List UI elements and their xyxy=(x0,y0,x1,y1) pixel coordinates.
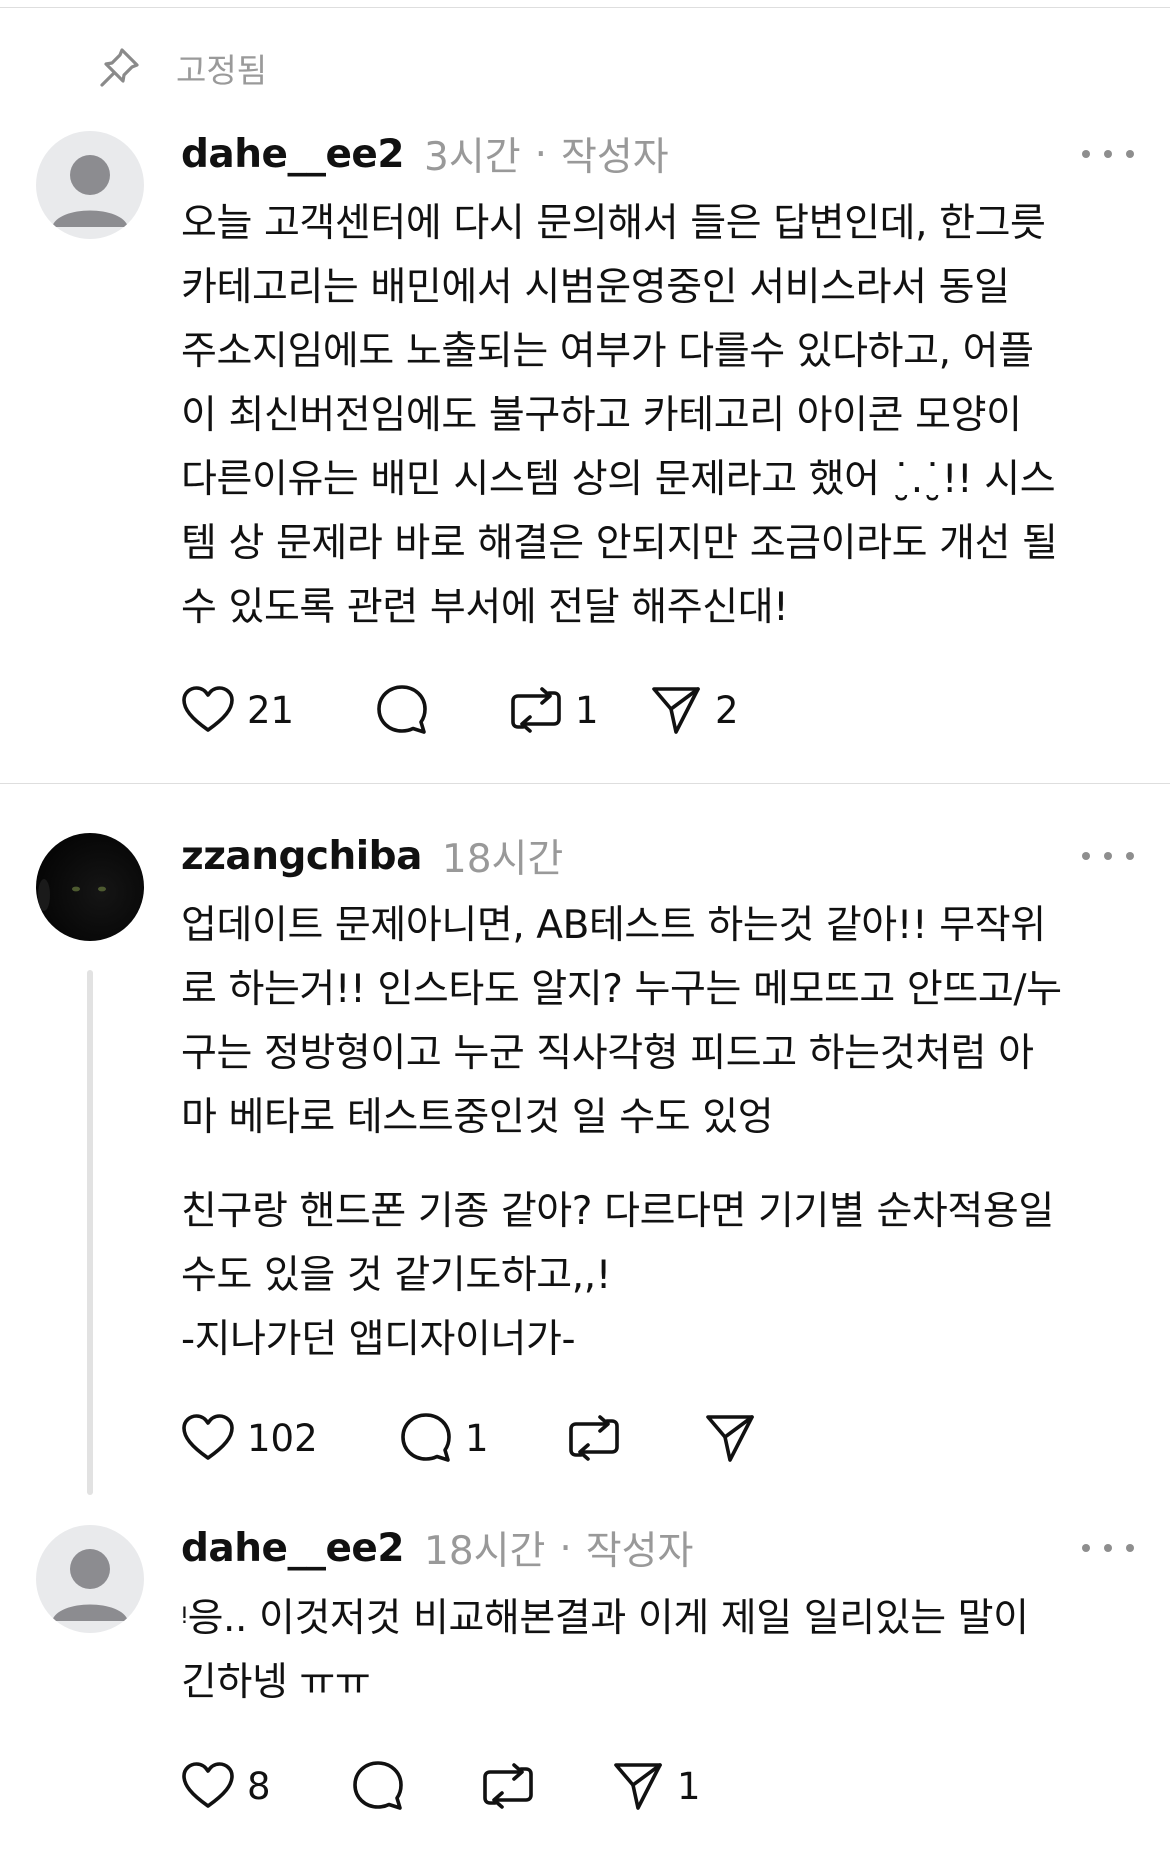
username[interactable]: dahe__ee2 xyxy=(181,132,405,177)
repost-button[interactable]: 1 xyxy=(509,682,599,738)
share-button[interactable] xyxy=(703,1410,757,1466)
share-count: 2 xyxy=(715,688,739,732)
comment-icon xyxy=(353,1761,403,1810)
repost-button[interactable] xyxy=(481,1758,535,1814)
top-divider xyxy=(0,7,1170,8)
heart-icon xyxy=(182,1414,234,1460)
default-avatar-icon xyxy=(52,1549,128,1621)
post-time: 18시간 xyxy=(424,1529,546,1574)
reply-button[interactable] xyxy=(351,1758,405,1814)
username[interactable]: dahe__ee2 xyxy=(181,1526,405,1571)
heart-icon xyxy=(182,686,234,732)
thread-line xyxy=(87,970,93,1495)
reply-count: 1 xyxy=(465,1416,489,1460)
default-avatar-icon xyxy=(52,155,128,227)
post-text-line: 수 있도록 관련 부서에 전달 해주신대! xyxy=(181,585,789,630)
like-count: 8 xyxy=(247,1764,271,1808)
repost-icon xyxy=(483,1763,533,1809)
meta-separator: · xyxy=(534,131,547,177)
cat-avatar-icon xyxy=(38,879,106,911)
post-text-line: 이 최신버전임에도 불구하고 카테고리 아이콘 모양이 xyxy=(181,393,1022,438)
share-button[interactable]: 2 xyxy=(649,682,739,738)
post-text-line: ᵎ응.. 이것저것 비교해본결과 이게 제일 일리있는 말이 xyxy=(181,1596,1029,1641)
post-time: 18시간 xyxy=(441,837,564,882)
post-text-line: 업데이트 문제아니면, AB테스트 하는것 같아!! 무작위 xyxy=(181,903,1046,948)
comment-icon xyxy=(377,685,427,734)
heart-icon xyxy=(182,1762,234,1808)
post-text-line: 긴하넹 ㅠㅠ xyxy=(181,1660,371,1705)
share-count: 1 xyxy=(677,1764,701,1808)
share-button[interactable]: 1 xyxy=(611,1758,701,1814)
avatar[interactable] xyxy=(36,833,144,941)
like-button[interactable]: 21 xyxy=(181,682,294,738)
send-icon xyxy=(706,1415,754,1462)
post-text-line: 마 베타로 테스트중인것 일 수도 있엉 xyxy=(181,1095,774,1140)
post-text-line: 수도 있을 것 같기도하고,,! xyxy=(181,1253,612,1298)
post-header: dahe__ee2 3시간 · 작성자 xyxy=(181,126,1134,182)
username[interactable]: zzangchiba xyxy=(181,834,422,879)
post-text-line: 구는 정방형이고 누군 직사각형 피드고 하는것처럼 아 xyxy=(181,1031,1034,1076)
meta-separator: · xyxy=(559,1525,572,1571)
send-icon xyxy=(652,687,700,734)
avatar[interactable] xyxy=(36,131,144,239)
more-options-icon[interactable] xyxy=(1082,838,1134,874)
more-options-icon[interactable] xyxy=(1082,1530,1134,1566)
post-text-line: -지나가던 앱디자이너가- xyxy=(181,1317,576,1362)
post-header: dahe__ee2 18시간 · 작성자 xyxy=(181,1520,1134,1576)
reply-button[interactable]: 1 xyxy=(399,1410,489,1466)
post-text-line: 로 하는거!! 인스타도 알지? 누구는 메모뜨고 안뜨고/누 xyxy=(181,967,1062,1012)
post-divider xyxy=(0,783,1170,784)
author-badge: 작성자 xyxy=(585,1529,694,1574)
more-options-icon[interactable] xyxy=(1082,136,1134,172)
like-count: 102 xyxy=(247,1416,318,1460)
post-text-line: 주소지임에도 노출되는 여부가 다를수 있다하고, 어플 xyxy=(181,329,1034,374)
avatar[interactable] xyxy=(36,1525,144,1633)
comment-icon xyxy=(401,1413,451,1462)
repost-count: 1 xyxy=(575,688,599,732)
pin-icon xyxy=(100,48,139,87)
post-text-line: 카테고리는 배민에서 시범운영중인 서비스라서 동일 xyxy=(181,265,1010,310)
repost-icon xyxy=(569,1415,619,1461)
send-icon xyxy=(614,1763,662,1810)
post-text-line: 오늘 고객센터에 다시 문의해서 들은 답변인데, 한그릇 xyxy=(181,201,1046,246)
repost-button[interactable] xyxy=(567,1410,621,1466)
like-button[interactable]: 8 xyxy=(181,1758,271,1814)
author-badge: 작성자 xyxy=(560,135,669,180)
post-time: 3시간 xyxy=(424,135,521,180)
post-text-line: 템 상 문제라 바로 해결은 안되지만 조금이라도 개선 될 xyxy=(181,521,1058,566)
post-text-line: 친구랑 핸드폰 기종 같아? 다르다면 기기별 순차적용일 xyxy=(181,1189,1054,1234)
post-body: 오늘 고객센터에 다시 문의해서 들은 답변인데, 한그릇 카테고리는 배민에서… xyxy=(181,192,1141,640)
repost-icon xyxy=(511,687,561,733)
post-text-line: 다른이유는 배민 시스템 상의 문제라고 했어 ˙̮.˙̮!! 시스 xyxy=(181,457,1056,502)
post-body: ᵎ응.. 이것저것 비교해본결과 이게 제일 일리있는 말이 긴하넹 ㅠㅠ xyxy=(181,1587,1141,1715)
post-body: 업데이트 문제아니면, AB테스트 하는것 같아!! 무작위 로 하는거!! 인… xyxy=(181,894,1141,1372)
post-header: zzangchiba 18시간 xyxy=(181,828,1134,884)
pinned-label: 고정됨 xyxy=(176,51,268,90)
pinned-indicator: 고정됨 xyxy=(96,44,267,92)
like-button[interactable]: 102 xyxy=(181,1410,318,1466)
like-count: 21 xyxy=(247,688,295,732)
reply-button[interactable] xyxy=(375,682,429,738)
